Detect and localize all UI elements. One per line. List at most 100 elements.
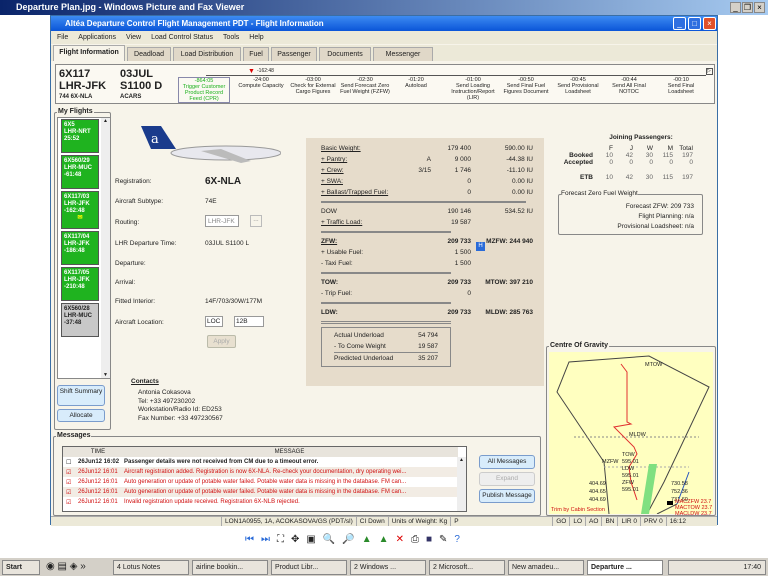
weight-label[interactable]: + Traffic Load: (321, 217, 411, 228)
status-user: LON1A0955, 1A, ACOKASOVA/GS (PDT/sl) (221, 517, 356, 526)
message-time: 26Jun12 16:01 (78, 469, 118, 475)
previous-icon[interactable]: ⏮ (245, 533, 254, 547)
rotate-counterclockwise-icon[interactable]: ▲ (379, 533, 389, 547)
weight-label[interactable]: + Crew: (321, 165, 411, 176)
fuel-source-badge[interactable]: H (476, 242, 485, 251)
rotate-clockwise-icon[interactable]: ▲ (362, 533, 372, 547)
menu-load-control-status[interactable]: Load Control Status (151, 34, 213, 41)
messages-scrollbar[interactable]: ▲ (457, 457, 466, 511)
help-icon[interactable]: ? (454, 533, 460, 547)
app-maximize-icon[interactable]: □ (688, 17, 701, 30)
taskbar-item[interactable]: Product Libr... (271, 560, 347, 575)
milestone-cpr[interactable]: -864:05 Trigger Customer Product Record F… (178, 77, 230, 103)
best-fit-icon[interactable]: ⛶ (277, 533, 284, 547)
tab-passenger[interactable]: Passenger (271, 47, 317, 61)
taskbar-item[interactable]: 2 Windows ... (350, 560, 426, 575)
weight-mid (411, 247, 431, 258)
milestone[interactable]: -00:50 Send Final Fuel Figures Document (501, 77, 551, 95)
location-code-field[interactable]: LOC (205, 316, 223, 327)
taskbar-item[interactable]: New amadeu... (508, 560, 584, 575)
tab-load-distribution[interactable]: Load Distribution (173, 47, 241, 61)
publish-message-button[interactable]: Publish Message (479, 489, 535, 503)
weight-label[interactable]: + Pantry: (321, 154, 411, 165)
start-button[interactable]: Start (2, 560, 40, 575)
app-minimize-icon[interactable]: _ (673, 17, 686, 30)
column-time[interactable]: TIME (75, 447, 121, 457)
milestone[interactable]: -24:00 Compute Capacity (236, 77, 286, 89)
delete-icon[interactable]: ✕ (396, 533, 404, 547)
app-close-icon[interactable]: × (703, 17, 716, 30)
restore-icon[interactable]: ❐ (742, 2, 753, 13)
routing-field[interactable]: LHR-JFK (205, 215, 239, 227)
actual-size-icon[interactable]: ✥ (291, 533, 299, 547)
scroll-right-icon[interactable]: ▷ (706, 68, 713, 75)
flight-item[interactable]: 6X560/29 LHR-MUC -61:48 (61, 155, 99, 189)
allocate-button[interactable]: Allocate (57, 409, 105, 422)
milestone[interactable]: -03:00 Check for External Cargo Figures (288, 77, 338, 95)
all-messages-button[interactable]: All Messages (479, 455, 535, 469)
pax-col-header: J (629, 145, 633, 152)
quick-launch-icons[interactable]: ◉ ▤ ◈ » (46, 561, 86, 572)
subtype-value: 74E (205, 198, 217, 205)
message-checkbox[interactable]: ☑ (63, 467, 75, 477)
apply-button[interactable]: Apply (207, 335, 236, 348)
flight-item[interactable]: 6X5 LHR-NRT 25:52 (61, 119, 99, 153)
menu-file[interactable]: File (57, 34, 68, 41)
weight-label[interactable]: + SWA: (321, 176, 411, 187)
next-icon[interactable]: ⏭ (261, 533, 270, 547)
message-checkbox[interactable]: ☑ (63, 487, 75, 497)
tab-messenger[interactable]: Messenger (373, 47, 433, 61)
flight-item[interactable]: 6X117/04 LHR-JFK -186:48 (61, 231, 99, 265)
menu-applications[interactable]: Applications (78, 34, 116, 41)
milestone[interactable]: -00:10 Send Final Loadsheet (656, 77, 706, 95)
cog-trim-link[interactable]: Trim by Cabin Section (551, 507, 605, 513)
taskbar-item-active[interactable]: Departure ... (587, 560, 663, 575)
milestone[interactable]: -00:44 Send All Final NOTOC (604, 77, 654, 95)
message-checkbox[interactable]: ☐ (63, 457, 75, 467)
flight-item[interactable]: 6X117/03 LHR-JFK -162:48 ✉ (61, 191, 99, 229)
menu-view[interactable]: View (126, 34, 141, 41)
weight-label[interactable]: ZFW: (321, 236, 411, 247)
scrollbar[interactable]: ▲ ▼ (101, 118, 110, 378)
close-icon[interactable]: × (754, 2, 765, 13)
weight-value: 1 500 (454, 249, 471, 256)
weight-row: Basic Weight: 179 400 590.00 IU (321, 143, 536, 154)
milestone[interactable]: -01:20 Autoload (391, 77, 441, 89)
slideshow-icon[interactable]: ▣ (306, 533, 315, 547)
flight-item[interactable]: 6X117/05 LHR-JFK -210:48 (61, 267, 99, 301)
tab-deadload[interactable]: Deadload (127, 47, 171, 61)
taskbar-item[interactable]: 4 Lotus Notes (113, 560, 189, 575)
tab-documents[interactable]: Documents (319, 47, 371, 61)
print-icon[interactable]: ⎙ (411, 533, 419, 547)
message-checkbox[interactable]: ☑ (63, 497, 75, 507)
taskbar-item[interactable]: 2 Microsoft... (429, 560, 505, 575)
weight-label[interactable]: Basic Weight: (321, 143, 411, 154)
message-row[interactable]: ☑ 26Jun12 16:01 Auto generation or updat… (63, 477, 458, 487)
flight-item[interactable]: 6X560/28 LHR-MUC -37:48 (61, 303, 99, 337)
contact-name: Antonia Cokasova (138, 389, 191, 396)
minimize-icon[interactable]: _ (730, 2, 741, 13)
milestone[interactable]: -02:30 Send Forecast Zero Fuel Weight (FZ… (340, 77, 390, 95)
message-row[interactable]: ☐ 26Jun12 16:02 Passenger details were n… (63, 457, 458, 467)
location-stand-field[interactable]: 12B (234, 316, 264, 327)
routing-browse-button[interactable]: ... (250, 215, 262, 227)
message-checkbox[interactable]: ☑ (63, 477, 75, 487)
shift-summary-button[interactable]: Shift Summary (57, 385, 105, 406)
weight-label[interactable]: + Ballast/Trapped Fuel: (321, 187, 411, 198)
column-message[interactable]: MESSAGE (121, 447, 458, 457)
message-row[interactable]: ☑ 26Jun12 16:01 Invalid registration upd… (63, 497, 458, 507)
message-row[interactable]: ☑ 26Jun12 16:01 Auto generation or updat… (63, 487, 458, 497)
zoom-in-icon[interactable]: 🔍 (323, 533, 335, 547)
taskbar-item[interactable]: airline bookin... (192, 560, 268, 575)
save-icon[interactable]: ■ (426, 533, 432, 547)
menu-tools[interactable]: Tools (223, 34, 239, 41)
menu-help[interactable]: Help (249, 34, 263, 41)
zoom-out-icon[interactable]: 🔎 (342, 533, 354, 547)
edit-icon[interactable]: ✎ (439, 533, 447, 547)
milestone[interactable]: -00:45 Send Provisional Loadsheet (553, 77, 603, 95)
tab-flight-information[interactable]: Flight Information (53, 45, 125, 61)
expand-button[interactable]: Expand (479, 472, 535, 486)
milestone[interactable]: -01:00 Send Loading Instruction/Report (L… (448, 77, 498, 101)
tab-fuel[interactable]: Fuel (243, 47, 269, 61)
message-row[interactable]: ☑ 26Jun12 16:01 Aircraft registration ad… (63, 467, 458, 477)
